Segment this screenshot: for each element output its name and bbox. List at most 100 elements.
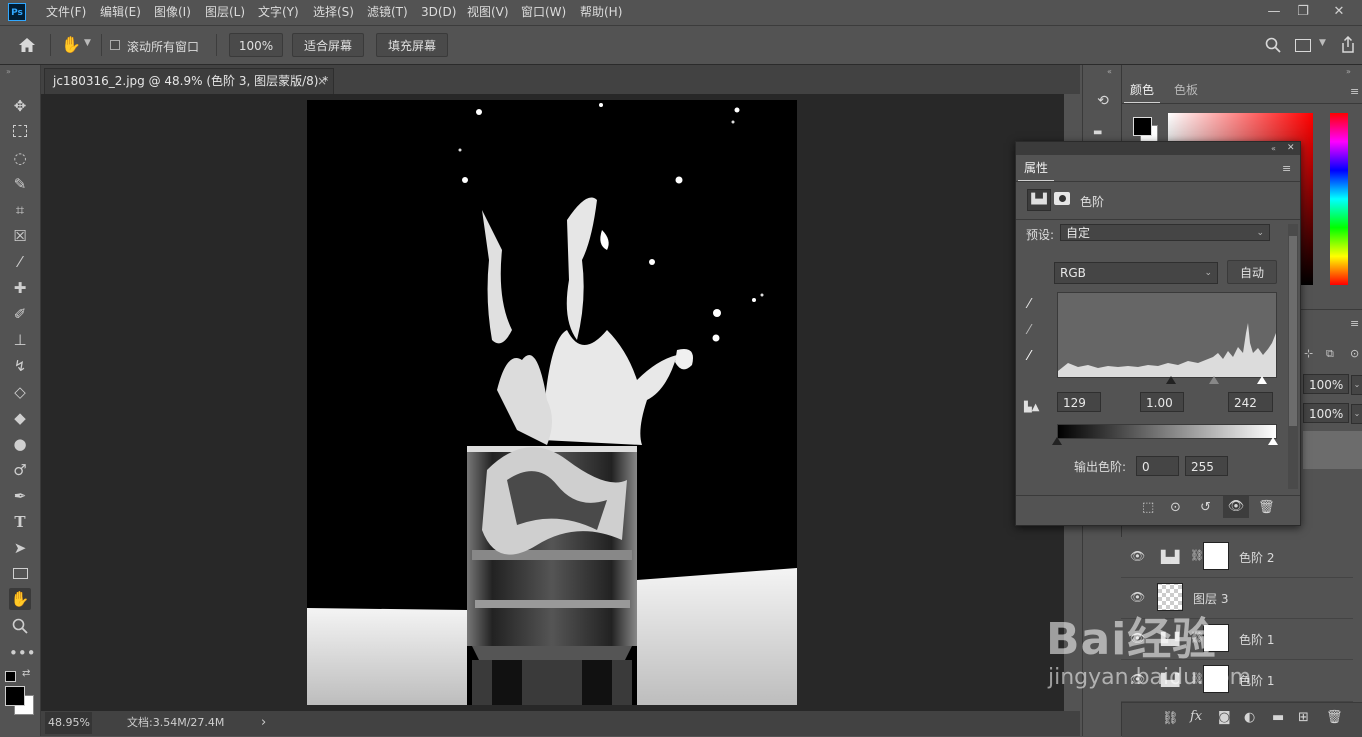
pen-tool-icon[interactable]: ✒ [9, 485, 31, 507]
path-select-tool-icon[interactable]: ➤ [9, 537, 31, 559]
output-black-slider[interactable] [1052, 437, 1062, 445]
eyedropper-tool-icon[interactable]: ⁄ [9, 251, 31, 273]
lasso-tool-icon[interactable]: ◌ [9, 147, 31, 169]
clip-to-layer-icon[interactable]: ⬚ [1142, 500, 1154, 515]
quick-select-tool-icon[interactable]: ✎ [9, 173, 31, 195]
history-brush-tool-icon[interactable]: ↯ [9, 355, 31, 377]
menu-select[interactable]: 选择(S) [313, 0, 354, 25]
paint-bucket-tool-icon[interactable]: ◆ [9, 407, 31, 429]
status-menu-arrow-icon[interactable]: › [261, 711, 266, 735]
properties-titlebar[interactable]: « ✕ [1016, 142, 1300, 155]
view-previous-icon[interactable]: ⊙ [1170, 500, 1181, 515]
input-white-field[interactable]: 242 [1228, 392, 1273, 412]
tab-properties[interactable]: 属性 [1018, 156, 1055, 182]
preset-select[interactable]: 自定 ⌄ [1060, 224, 1270, 241]
menu-3d[interactable]: 3D(D) [421, 0, 456, 25]
opacity-chevron-icon[interactable]: ⌄ [1351, 375, 1362, 395]
output-white-slider[interactable] [1268, 437, 1278, 445]
lock-artboard-icon[interactable]: ⧉ [1326, 347, 1334, 361]
lock-all-icon[interactable]: ⊙ [1350, 347, 1359, 360]
new-group-icon[interactable]: ▬ [1272, 710, 1284, 725]
close-window-button[interactable]: ✕ [1325, 2, 1353, 22]
input-black-slider[interactable] [1166, 376, 1176, 384]
collapse-panels-icon[interactable]: « [1107, 67, 1112, 76]
channel-select[interactable]: RGB ⌄ [1054, 262, 1218, 284]
default-colors-icon[interactable] [5, 671, 16, 682]
input-gamma-slider[interactable] [1209, 376, 1219, 384]
mask-link-icon[interactable]: ⛓ [1190, 549, 1204, 562]
brush-tool-icon[interactable]: ✐ [9, 303, 31, 325]
move-tool-icon[interactable]: ✥ [9, 95, 31, 117]
menu-layer[interactable]: 图层(L) [205, 0, 245, 25]
output-white-field[interactable]: 255 [1185, 456, 1228, 476]
delete-layer-icon[interactable]: 🗑 [1326, 710, 1343, 725]
black-point-eyedropper-icon[interactable]: ⁄ [1028, 297, 1030, 312]
history-panel-icon[interactable]: ⟲ [1093, 91, 1113, 111]
menu-edit[interactable]: 编辑(E) [100, 0, 141, 25]
restore-button[interactable]: ❐ [1289, 2, 1317, 22]
scroll-all-checkbox[interactable] [110, 40, 120, 50]
levels-icon[interactable]: ▙▟ [1027, 189, 1051, 211]
mask-icon[interactable] [1054, 192, 1070, 205]
auto-button[interactable]: 自动 [1227, 260, 1277, 284]
toggle-visibility-icon[interactable]: 👁 [1223, 496, 1249, 518]
menu-view[interactable]: 视图(V) [467, 0, 509, 25]
blur-tool-icon[interactable]: ● [9, 433, 31, 455]
home-icon[interactable] [18, 37, 36, 53]
hand-tool-icon[interactable]: ✋ [61, 35, 81, 55]
healing-brush-tool-icon[interactable]: ✚ [9, 277, 31, 299]
reset-icon[interactable]: ↺ [1200, 500, 1211, 515]
chevron-down-icon[interactable]: ▼ [84, 38, 91, 48]
workspace-icon[interactable] [1295, 39, 1311, 52]
eraser-tool-icon[interactable]: ◇ [9, 381, 31, 403]
workspace-chevron-icon[interactable]: ▼ [1319, 38, 1326, 48]
menu-file[interactable]: 文件(F) [46, 0, 86, 25]
visibility-eye-icon[interactable]: 👁 [1130, 549, 1145, 563]
frame-tool-icon[interactable]: ☒ [9, 225, 31, 247]
more-tools-icon[interactable]: ••• [9, 642, 36, 664]
share-icon[interactable] [1340, 35, 1356, 53]
input-gamma-field[interactable]: 1.00 [1140, 392, 1184, 412]
color-panel-fg-swatch[interactable] [1133, 117, 1152, 136]
minimize-button[interactable]: — [1260, 2, 1288, 22]
zoom-level[interactable]: 48.95% [45, 712, 92, 734]
delete-adjustment-icon[interactable]: 🗑 [1258, 500, 1275, 515]
layers-panel-menu-icon[interactable]: ≡ [1350, 317, 1359, 330]
output-black-field[interactable]: 0 [1136, 456, 1179, 476]
hand-tool-active-icon[interactable]: ✋ [9, 588, 31, 610]
properties-menu-icon[interactable]: ≡ [1282, 162, 1291, 175]
close-tab-icon[interactable]: × [317, 69, 327, 93]
search-icon[interactable] [1265, 37, 1281, 53]
clipping-warning-icon[interactable]: ▙▲ [1024, 402, 1039, 413]
gray-point-eyedropper-icon[interactable]: ⁄ [1028, 323, 1030, 338]
fill-screen-button[interactable]: 填充屏幕 [376, 33, 448, 57]
tab-color[interactable]: 颜色 [1124, 78, 1161, 104]
layer-row[interactable]: 👁 ▙▟ ⛓ 色阶 2 [1121, 537, 1353, 578]
layer-row[interactable]: 👁 图层 3 [1121, 578, 1353, 619]
marquee-tool-icon[interactable] [9, 121, 31, 143]
tab-swatches[interactable]: 色板 [1168, 78, 1204, 102]
stamp-tool-icon[interactable]: ⊥ [9, 329, 31, 351]
collapse-dock-icon[interactable]: » [1346, 67, 1351, 76]
close-properties-icon[interactable]: ✕ [1287, 142, 1295, 155]
brush-panel-icon[interactable]: ▬ [1093, 127, 1113, 138]
crop-tool-icon[interactable]: ⌗ [9, 199, 31, 221]
properties-scrollbar[interactable] [1288, 224, 1298, 489]
link-layers-icon[interactable]: ⛓ [1162, 711, 1179, 726]
zoom-100-button[interactable]: 100% [229, 33, 283, 57]
fill-input[interactable]: 100% [1303, 403, 1349, 423]
document-tab[interactable]: jc180316_2.jpg @ 48.9% (色阶 3, 图层蒙版/8) * … [44, 68, 334, 94]
new-adjustment-icon[interactable]: ◐ [1244, 710, 1255, 725]
white-point-eyedropper-icon[interactable]: ⁄ [1028, 349, 1030, 364]
swap-colors-icon[interactable]: ⇄ [22, 668, 30, 679]
input-white-slider[interactable] [1257, 376, 1267, 384]
color-panel-menu-icon[interactable]: ≡ [1350, 85, 1359, 98]
type-tool-icon[interactable]: T [9, 511, 31, 533]
visibility-eye-icon[interactable]: 👁 [1130, 590, 1145, 604]
dodge-tool-icon[interactable]: ♂ [9, 459, 31, 481]
lock-position-icon[interactable]: ⊹ [1304, 347, 1313, 360]
menu-window[interactable]: 窗口(W) [521, 0, 566, 25]
fit-screen-button[interactable]: 适合屏幕 [292, 33, 364, 57]
layer-thumbnail[interactable] [1157, 583, 1183, 611]
collapse-toolbar-icon[interactable]: » [6, 67, 11, 76]
